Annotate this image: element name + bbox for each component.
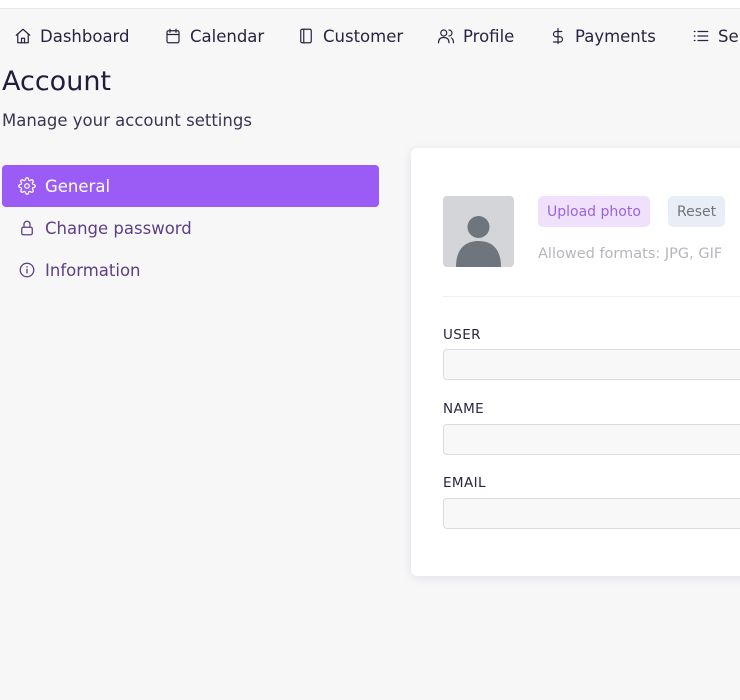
nav-customer-label: Customer (323, 26, 404, 46)
sidebar-item-information[interactable]: Information (2, 249, 379, 291)
email-field[interactable] (443, 498, 740, 529)
nav-services[interactable]: Ser (692, 20, 740, 52)
account-settings-card: Upload photo Reset Allowed formats: JPG,… (411, 148, 740, 576)
user-placeholder-icon (456, 216, 501, 267)
top-navigation: Dashboard Calendar Customer Profile Paym… (0, 20, 740, 52)
sidebar-item-change-password-label: Change password (45, 218, 192, 238)
nav-customer[interactable]: Customer (297, 20, 403, 52)
email-field-label: EMAIL (443, 475, 486, 491)
top-rule (0, 0, 740, 9)
nav-services-label: Ser (718, 26, 740, 46)
allowed-formats-text: Allowed formats: JPG, GIF (538, 246, 723, 262)
nav-dashboard-label: Dashboard (40, 26, 130, 46)
nav-dashboard[interactable]: Dashboard (14, 20, 130, 52)
dollar-icon (552, 27, 564, 45)
page-subtitle: Manage your account settings (2, 111, 252, 130)
sidebar-item-information-label: Information (45, 260, 141, 280)
settings-sidebar: General Change password Information (2, 165, 379, 291)
lock-icon (21, 220, 33, 236)
sidebar-item-general[interactable]: General (2, 165, 379, 207)
users-icon (437, 29, 455, 44)
nav-payments-label: Payments (575, 26, 656, 46)
list-icon (693, 30, 709, 42)
info-icon (19, 262, 35, 278)
sidebar-item-change-password[interactable]: Change password (2, 207, 379, 249)
calendar-icon (166, 28, 180, 44)
divider (443, 296, 740, 297)
reset-button[interactable]: Reset (668, 196, 726, 227)
user-field-label: USER (443, 327, 481, 343)
page-title: Account (2, 66, 112, 97)
user-field[interactable] (443, 349, 740, 380)
notebook-icon (300, 28, 312, 44)
name-field[interactable] (443, 424, 740, 455)
avatar (443, 196, 514, 267)
upload-photo-button[interactable]: Upload photo (538, 196, 650, 227)
nav-calendar-label: Calendar (190, 26, 265, 46)
nav-profile-label: Profile (463, 26, 515, 46)
sidebar-item-general-label: General (45, 176, 111, 196)
home-icon (15, 28, 31, 44)
nav-calendar[interactable]: Calendar (164, 20, 264, 52)
name-field-label: NAME (443, 401, 485, 417)
nav-profile[interactable]: Profile (437, 20, 514, 52)
gear-icon (18, 177, 36, 195)
nav-payments[interactable]: Payments (549, 20, 656, 52)
